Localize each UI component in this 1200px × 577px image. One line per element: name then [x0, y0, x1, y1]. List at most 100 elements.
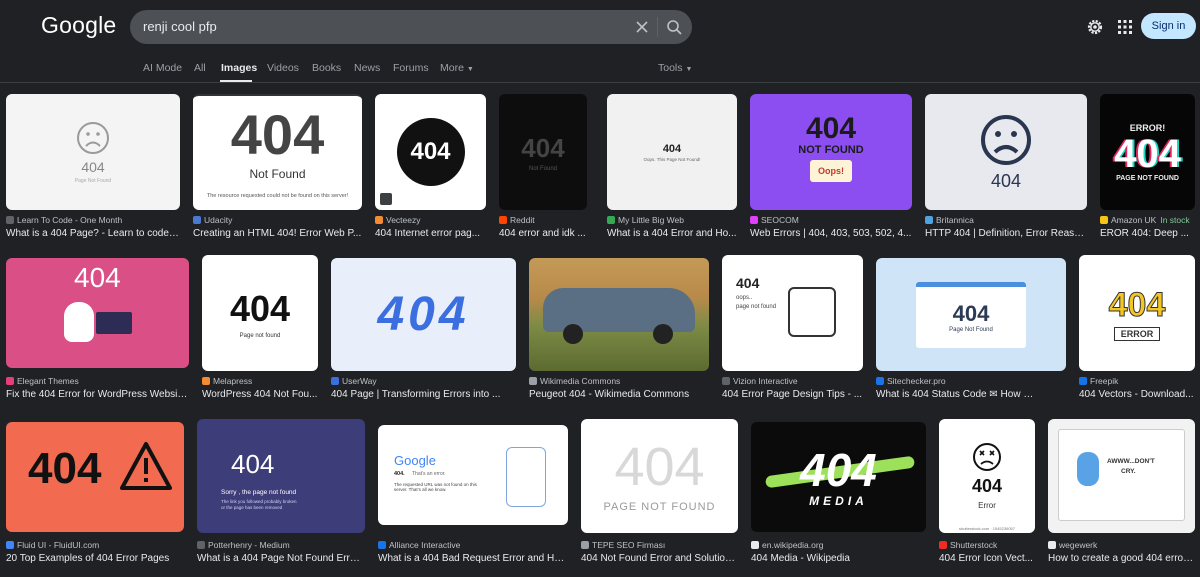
result-title[interactable]: 404 Error Icon Vect... — [939, 553, 1035, 564]
thumb-caption: ERROR — [1113, 326, 1161, 341]
result-card[interactable]: Wikimedia Commons Peugeot 404 - Wikimedi… — [529, 258, 709, 404]
thumb-caption: That’s an error. — [412, 471, 446, 477]
result-title[interactable]: What is a 404 Bad Request Error and Ho..… — [378, 553, 568, 564]
result-thumbnail[interactable]: 404 Page Not Found — [876, 258, 1066, 371]
result-title[interactable]: What is a 404 Page Not Found Error... — [197, 553, 365, 564]
result-thumbnail[interactable]: 404 — [6, 422, 184, 532]
result-title[interactable]: How to create a good 404 error ... — [1048, 553, 1195, 564]
tab-images[interactable]: Images — [221, 62, 257, 74]
result-thumbnail[interactable]: 404 oops.. page not found — [722, 255, 863, 371]
result-card[interactable]: Google 404. That’s an error. The request… — [378, 425, 568, 564]
result-thumbnail[interactable]: 404 Page not found — [202, 255, 318, 371]
result-card[interactable]: AWWW...DON'T CRY. wegewerk How to create… — [1048, 419, 1195, 564]
result-title[interactable]: 404 Internet error pag... — [375, 228, 486, 239]
result-card[interactable]: 404 Not Found The resource requested cou… — [193, 94, 362, 244]
result-title[interactable]: 404 Error Page Design Tips - ... — [722, 389, 863, 400]
gear-icon[interactable] — [1086, 18, 1104, 36]
sign-in-button[interactable]: Sign in — [1141, 13, 1196, 39]
result-thumbnail[interactable] — [529, 258, 709, 371]
result-title[interactable]: Peugeot 404 - Wikimedia Commons — [529, 389, 709, 400]
watermark-text: shutterstock.com · 1545236057 — [958, 526, 1016, 531]
result-source: Reddit — [499, 215, 593, 225]
apps-grid-icon[interactable] — [1116, 18, 1134, 36]
tab-news[interactable]: News — [354, 62, 380, 74]
result-thumbnail[interactable]: 404 MEDIA — [751, 422, 926, 532]
thumb-caption: NOT FOUND — [798, 144, 864, 156]
result-title[interactable]: EROR 404: Deep ... — [1100, 228, 1195, 239]
site-favicon — [607, 216, 615, 224]
result-source: SEOCOM — [750, 215, 912, 225]
result-title[interactable]: 404 error and idk ... — [499, 228, 593, 239]
result-title[interactable]: 404 Media - Wikipedia — [751, 553, 926, 564]
result-thumbnail[interactable]: 404 — [6, 258, 189, 368]
thumb-404-text: 404 — [74, 262, 121, 293]
result-title[interactable]: Creating an HTML 404! Error Web P... — [193, 228, 362, 239]
tools-button[interactable]: Tools ▼ — [658, 62, 692, 74]
result-title[interactable]: Web Errors | 404, 403, 503, 502, 4... — [750, 228, 912, 239]
result-title[interactable]: HTTP 404 | Definition, Error Reaso... — [925, 228, 1087, 239]
result-thumbnail[interactable]: 404 Oops. This Page Not Found! — [607, 94, 737, 210]
result-thumbnail[interactable]: 404 ERROR — [1079, 255, 1195, 371]
result-card[interactable]: 404 Oops. This Page Not Found! My Little… — [607, 94, 737, 244]
result-thumbnail[interactable]: Google 404. That’s an error. The request… — [378, 425, 568, 525]
site-favicon — [197, 541, 205, 549]
result-title[interactable]: What is a 404 Page? - Learn to code i... — [6, 228, 180, 239]
result-card[interactable]: 404 MEDIA en.wikipedia.org 404 Media - W… — [751, 422, 926, 564]
result-card[interactable]: 404 UserWay 404 Page | Transforming Erro… — [331, 258, 516, 404]
result-card[interactable]: 404 Fluid UI - FluidUI.com 20 Top Exampl… — [6, 422, 184, 564]
thumb-404-text: 404 — [230, 103, 325, 166]
result-thumbnail[interactable]: 404 Page Not Found — [6, 94, 180, 210]
result-thumbnail[interactable]: ERROR! 404 PAGE NOT FOUND — [1100, 94, 1195, 210]
result-title[interactable]: 20 Top Examples of 404 Error Pages — [6, 553, 184, 564]
tab-videos[interactable]: Videos — [267, 62, 299, 74]
result-card[interactable]: 404 oops.. page not found Vizion Interac… — [722, 255, 863, 404]
result-card[interactable]: 404 Britannica HTTP 404 | Definition, Er… — [925, 94, 1087, 244]
robot-illustration — [788, 287, 836, 337]
thumb-caption: AWWW...DON'T — [1107, 458, 1155, 465]
result-title[interactable]: 404 Vectors - Download... — [1079, 389, 1195, 400]
sad-face-icon — [77, 121, 109, 154]
result-card[interactable]: 404 Error shutterstock.com · 1545236057 … — [939, 419, 1035, 564]
result-title[interactable]: What is a 404 Error and Ho... — [607, 228, 737, 239]
tab-all[interactable]: All — [194, 62, 206, 74]
result-thumbnail[interactable]: 404 PAGE NOT FOUND — [581, 419, 738, 533]
result-card[interactable]: 404 Page Not Found Sitechecker.pro What … — [876, 258, 1066, 404]
result-card[interactable]: 404 Vecteezy 404 Internet error pag... — [375, 94, 486, 244]
result-thumbnail[interactable]: 404 — [331, 258, 516, 371]
result-thumbnail[interactable]: 404 Not Found — [499, 94, 587, 210]
result-title[interactable]: WordPress 404 Not Fou... — [202, 389, 318, 400]
result-title[interactable]: What is 404 Status Code ✉ How to ... — [876, 389, 1036, 400]
google-logo[interactable]: Google — [41, 12, 116, 39]
site-favicon — [751, 541, 759, 549]
result-title[interactable]: Fix the 404 Error for WordPress Websites — [6, 389, 189, 400]
result-card[interactable]: ERROR! 404 PAGE NOT FOUND Amazon UK In st… — [1100, 94, 1195, 244]
result-card[interactable]: 404 Page not found Melapress WordPress 4… — [202, 255, 318, 404]
result-thumbnail[interactable]: 404 Error shutterstock.com · 1545236057 — [939, 419, 1035, 533]
tab-forums[interactable]: Forums — [393, 62, 429, 74]
source-label: My Little Big Web — [618, 215, 684, 225]
result-thumbnail[interactable]: 404 Sorry , the page not found The link … — [197, 419, 365, 533]
tab-books[interactable]: Books — [312, 62, 341, 74]
tab-ai-mode[interactable]: AI Mode — [143, 62, 182, 74]
result-thumbnail[interactable]: 404 Not Found The resource requested cou… — [193, 94, 362, 210]
result-card[interactable]: 404 Not Found Reddit 404 error and idk .… — [499, 94, 593, 244]
result-title[interactable]: 404 Page | Transforming Errors into ... — [331, 389, 516, 400]
search-icon[interactable] — [663, 17, 685, 37]
search-input[interactable]: renji cool pfp — [143, 19, 217, 34]
tab-more[interactable]: More ▼ — [440, 62, 474, 74]
result-title[interactable]: 404 Not Found Error and Solution... — [581, 553, 738, 564]
result-card[interactable]: 404 Page Not Found Learn To Code - One M… — [6, 94, 180, 244]
result-thumbnail[interactable]: 404 — [925, 94, 1087, 210]
result-card[interactable]: 404 Elegant Themes Fix the 404 Error for… — [6, 258, 189, 404]
result-card[interactable]: 404 NOT FOUND Oops! SEOCOM Web Errors | … — [750, 94, 912, 244]
result-card[interactable]: 404 Sorry , the page not found The link … — [197, 419, 365, 564]
source-label: Fluid UI - FluidUI.com — [17, 540, 100, 550]
result-thumbnail[interactable]: 404 — [375, 94, 486, 210]
result-thumbnail[interactable]: 404 NOT FOUND Oops! — [750, 94, 912, 210]
result-card[interactable]: 404 ERROR Freepik 404 Vectors - Download… — [1079, 255, 1195, 404]
search-box[interactable]: renji cool pfp — [130, 10, 692, 44]
clear-icon[interactable] — [633, 18, 651, 36]
result-card[interactable]: 404 PAGE NOT FOUND TEPE SEO Firması 404 … — [581, 419, 738, 564]
result-thumbnail[interactable]: AWWW...DON'T CRY. — [1048, 419, 1195, 533]
source-label: en.wikipedia.org — [762, 540, 824, 550]
